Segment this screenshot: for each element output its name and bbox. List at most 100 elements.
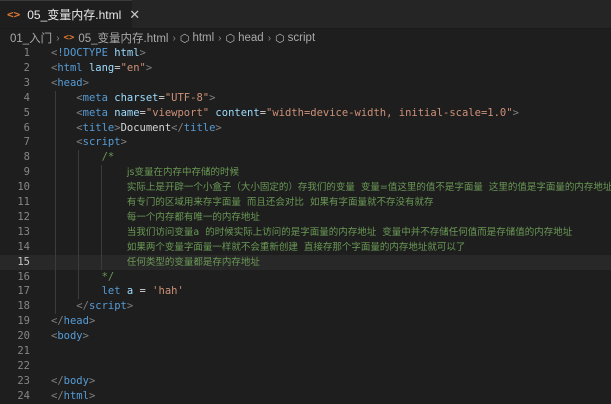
code-line[interactable]: 11 有专门的区域用来存字面量 而且还会对比 如果有字面量就不存没有就存 [0,195,611,210]
chevron-right-icon: › [56,32,60,44]
line-number: 9 [23,166,30,179]
code-text: <html lang="en"> [51,61,152,76]
code-editor[interactable]: 1 <!DOCTYPE html> 2 <html lang="en"> 3 <head>… [0,45,611,404]
line-number: 3 [23,76,30,89]
code-text: js变量在内存中存储的时候 [51,165,239,180]
code-line[interactable]: 1 <!DOCTYPE html> [0,46,611,61]
line-number: 16 [17,270,30,283]
code-token: > [88,315,96,328]
code-token: > [145,61,153,74]
code-line[interactable]: 16 */ [0,269,611,285]
line-number: 22 [17,359,30,372]
code-token: title [183,121,216,134]
code-line[interactable]: 9 js变量在内存中存储的时候 [0,165,611,181]
code-line[interactable]: 3 <head> [0,76,611,91]
code-token: lang [88,61,115,74]
line-number: 15 [17,255,30,268]
code-line[interactable]: 7 <script> [0,135,611,151]
line-number: 18 [17,300,30,313]
code-line[interactable]: 22 [0,359,611,374]
line-number: 1 [23,47,30,59]
chevron-right-icon: › [267,32,272,44]
code-line[interactable]: 15 任何类型的变量都是存内存地址 [0,254,611,270]
code-token: > [209,91,216,104]
code-token: 每一个内存都有唯一的内存地址 [126,211,260,223]
tab-05-variable-memory[interactable]: <> 05_变量内存.html ✕ [0,0,140,28]
line-number: 14 [17,240,30,253]
line-number: 7 [23,136,30,149]
line-number: 8 [23,151,30,164]
code-line[interactable]: 8 /* [0,150,611,166]
code-text: */ [51,270,115,285]
breadcrumb-script-label: script [287,32,316,44]
html-file-icon: <> [7,8,21,21]
code-line[interactable]: 20 <body> [0,329,611,344]
code-token: script [88,300,127,313]
code-token: </ [51,389,64,402]
code-line[interactable]: 4 <meta charset="UTF-8"> [0,90,611,106]
code-line[interactable]: 10 实际上是开辟一个小盒子（大小固定的）存我们的变量 变量=值这里的值不是字面… [0,180,611,196]
code-token: </ [76,300,89,313]
code-token: script [82,136,121,149]
breadcrumb-script[interactable]: ⬡ script [275,32,315,45]
code-line[interactable]: 24 </html> [0,389,611,404]
line-number: 5 [23,106,30,119]
code-text: <meta name="viewport" content="width=dev… [51,106,519,121]
code-line[interactable]: 18 </script> [0,299,611,315]
code-token: </ [51,315,64,328]
code-line[interactable]: 2 <html lang="en"> [0,61,611,76]
chevron-right-icon: › [172,32,176,44]
code-line[interactable]: 13 当我们访问变量a 的时候实际上访问的是字面量的内存地址 变量中并不存储任何… [0,224,611,240]
code-text: <script> [51,135,127,150]
code-token: "width=device-width, initial-scale=1.0" [266,106,513,119]
tab-bar: <> 05_变量内存.html ✕ [0,0,611,29]
code-token: "en" [120,61,146,74]
code-line[interactable]: 6 <title>Document</title> [0,120,611,136]
code-token: let [101,285,121,298]
line-number: 13 [17,225,30,238]
code-text: </body> [51,374,95,389]
code-token: </ [171,121,184,134]
line-number: 6 [23,121,30,134]
breadcrumb-folder[interactable]: 01_入门 [10,30,52,46]
code-token: > [215,121,222,134]
line-number: 19 [17,315,30,328]
code-line[interactable]: 23 </body> [0,374,611,389]
breadcrumb-head-label: head [238,32,264,44]
line-number: 23 [17,374,30,387]
code-line[interactable]: 5 <meta name="viewport" content="width=d… [0,105,611,121]
close-icon[interactable]: ✕ [129,7,140,23]
code-token: name [114,106,140,119]
code-token: </ [51,374,64,387]
code-token: html [114,47,140,59]
line-number: 4 [23,91,30,104]
code-line[interactable]: 12 每一个内存都有唯一的内存地址 [0,209,611,225]
code-text: <meta charset="UTF-8"> [51,91,215,106]
breadcrumb-head[interactable]: ⬡ head [226,32,264,45]
code-token: 'hah' [152,285,184,298]
code-line[interactable]: 19 </head> [0,314,611,329]
code-token: 有专门的区域用来存字面量 而且还会对比 如果有字面量就不存没有就存 [126,197,434,208]
code-token: js变量在内存中存储的时候 [126,167,239,179]
code-line[interactable]: 17 let a = 'hah' [0,284,611,300]
breadcrumb-html-label: html [192,32,215,44]
code-token: > [120,136,127,149]
code-line[interactable]: 21 [0,344,611,359]
code-token: > [82,76,89,89]
line-number: 2 [23,61,30,74]
code-token: body [57,330,83,343]
code-token: /* [101,151,115,164]
code-line[interactable]: 14 如果两个变量字面量一样就不会重新创建 直接存那个字面量的内存地址就可以了 [0,239,611,255]
breadcrumb-file[interactable]: <> 05_变量内存.html [64,30,169,46]
breadcrumb-html[interactable]: ⬡ html [180,32,214,45]
line-number: 20 [17,330,30,343]
